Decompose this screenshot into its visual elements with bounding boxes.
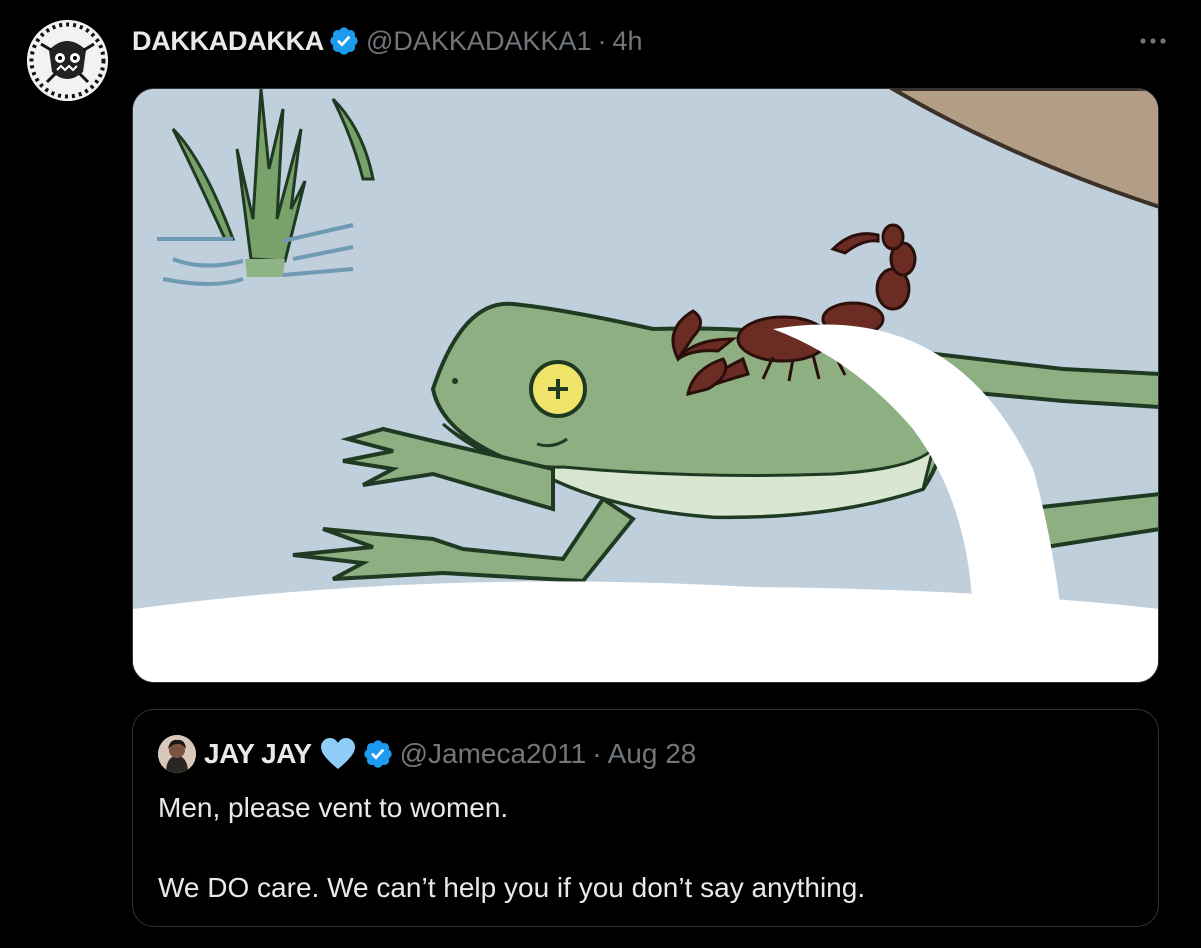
avatar-image [27, 20, 108, 101]
quoted-avatar-image [158, 735, 196, 773]
more-options-button[interactable] [1138, 26, 1168, 56]
more-options-icon [1140, 38, 1166, 44]
tweet-media-image[interactable] [132, 88, 1159, 683]
quoted-author-name[interactable]: JAY JAY [204, 738, 312, 770]
tweet-timestamp[interactable]: 4h [613, 26, 643, 57]
tweet-header: DAKKADAKKA @DAKKADAKKA1 · 4h [132, 24, 643, 58]
quoted-tweet-date[interactable]: Aug 28 [608, 738, 697, 770]
author-avatar[interactable] [27, 20, 108, 101]
verified-badge-icon [363, 740, 392, 768]
author-handle[interactable]: @DAKKADAKKA1 [366, 26, 592, 57]
quoted-author-handle[interactable]: @Jameca2011 [400, 738, 587, 770]
quoted-tweet-header: JAY JAY @Jameca2011 · Aug 28 [158, 734, 696, 774]
header-separator: · [597, 25, 607, 56]
verified-badge-icon [330, 27, 358, 55]
blue-heart-icon [320, 738, 355, 769]
quoted-tweet-card[interactable]: JAY JAY @Jameca2011 · Aug 28 Men, please… [132, 709, 1159, 927]
quoted-text-line-2: We DO care. We can’t help you if you don… [158, 872, 866, 903]
quoted-tweet-text: Men, please vent to women. We DO care. W… [158, 788, 1128, 908]
quoted-author-avatar[interactable] [158, 735, 196, 773]
quoted-header-separator: · [592, 738, 602, 769]
quoted-text-line-1: Men, please vent to women. [158, 792, 509, 823]
frog-scorpion-illustration [133, 89, 1158, 682]
author-name[interactable]: DAKKADAKKA [132, 26, 324, 57]
